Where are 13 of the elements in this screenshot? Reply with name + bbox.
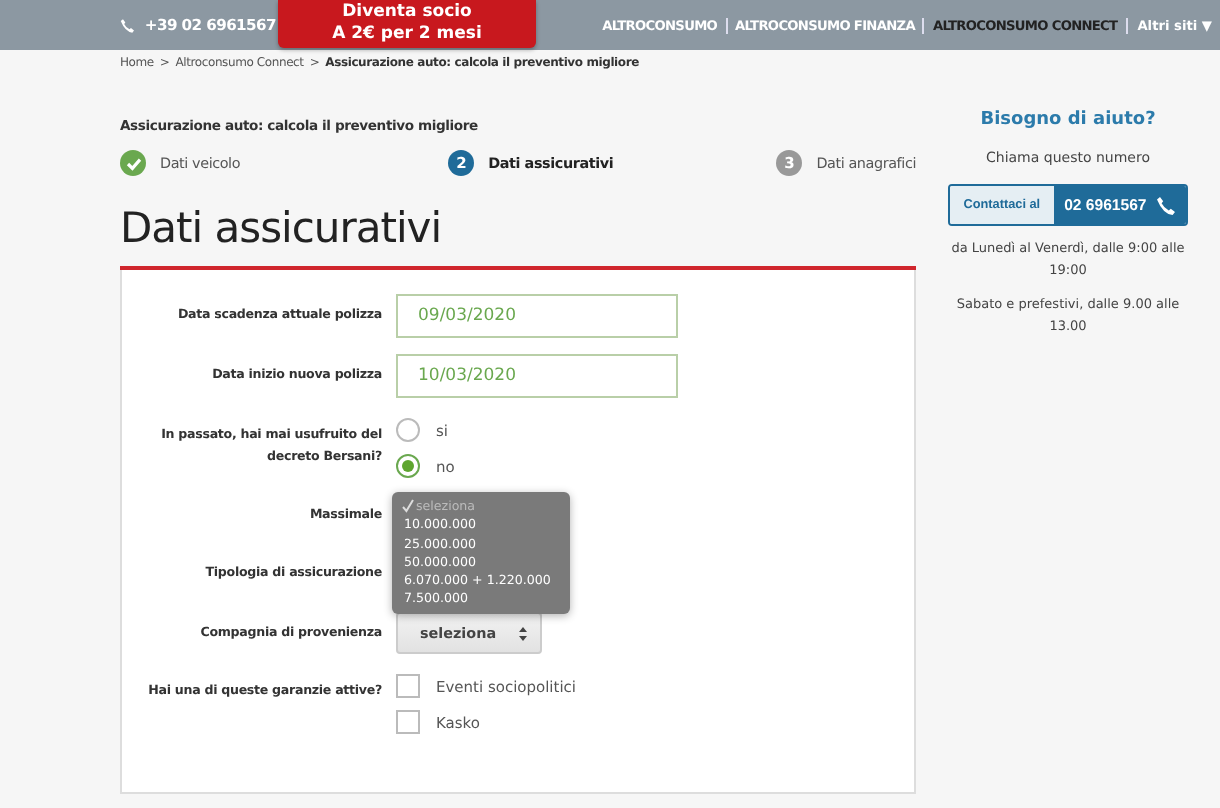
help-title: Bisogno di aiuto? xyxy=(980,110,1156,130)
check-icon xyxy=(402,498,414,514)
radio-button[interactable] xyxy=(396,418,420,442)
phone-icon xyxy=(120,15,135,35)
radio-button[interactable] xyxy=(396,454,420,478)
promo-button[interactable]: Diventa socio A 2€ per 2 mesi xyxy=(278,0,536,48)
date-field[interactable]: 10/03/2020 xyxy=(396,354,678,398)
check-icon xyxy=(120,150,146,176)
checkbox[interactable] xyxy=(396,710,420,734)
updown-arrows-icon xyxy=(518,625,528,641)
checkbox[interactable] xyxy=(396,674,420,698)
phone-icon xyxy=(1156,195,1177,215)
date-field[interactable]: 09/03/2020 xyxy=(396,294,678,338)
